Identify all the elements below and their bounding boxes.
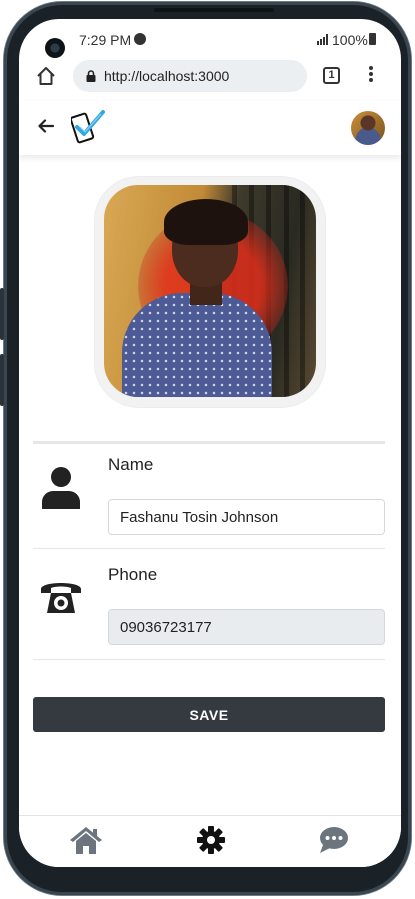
url-text: http://localhost:3000 — [104, 68, 230, 84]
home-icon[interactable] — [69, 825, 103, 855]
arrow-left-icon[interactable] — [37, 117, 55, 135]
lock-icon — [86, 70, 96, 82]
battery-percent: 100% — [332, 32, 368, 48]
spotify-icon — [134, 33, 146, 45]
speaker-grille — [154, 8, 274, 12]
battery-icon — [369, 33, 376, 45]
status-bar: 7:29 PM 100% — [19, 29, 401, 51]
status-time: 7:29 PM — [79, 32, 132, 48]
phone-label: Phone — [108, 565, 158, 584]
profile-photo-frame[interactable] — [95, 177, 325, 407]
save-button[interactable]: SAVE — [33, 697, 385, 732]
field-divider — [33, 659, 385, 660]
field-divider — [33, 548, 385, 549]
phone-screen: 7:29 PM 100% http://localhost:3000 1 Nam… — [19, 19, 401, 867]
profile-photo — [104, 185, 316, 397]
volume-down-button — [0, 354, 4, 406]
app-header — [19, 101, 401, 155]
address-bar[interactable]: http://localhost:3000 — [73, 60, 307, 92]
volume-up-button — [0, 288, 4, 340]
phone-input[interactable] — [108, 609, 385, 645]
tab-switcher-button[interactable]: 1 — [323, 67, 340, 84]
bottom-navigation — [19, 815, 401, 867]
phone-check-logo — [71, 110, 105, 144]
browser-toolbar: http://localhost:3000 1 — [19, 57, 401, 97]
gear-icon[interactable] — [194, 825, 228, 855]
more-vertical-icon[interactable] — [368, 66, 374, 86]
name-label: Name — [108, 455, 154, 474]
telephone-icon — [41, 583, 81, 613]
signal-icon — [317, 34, 330, 45]
avatar[interactable] — [351, 111, 385, 145]
chat-icon[interactable] — [317, 825, 351, 855]
section-divider — [33, 441, 385, 444]
home-outline-icon[interactable] — [36, 66, 56, 86]
user-icon — [42, 467, 80, 509]
name-input[interactable] — [108, 499, 385, 535]
